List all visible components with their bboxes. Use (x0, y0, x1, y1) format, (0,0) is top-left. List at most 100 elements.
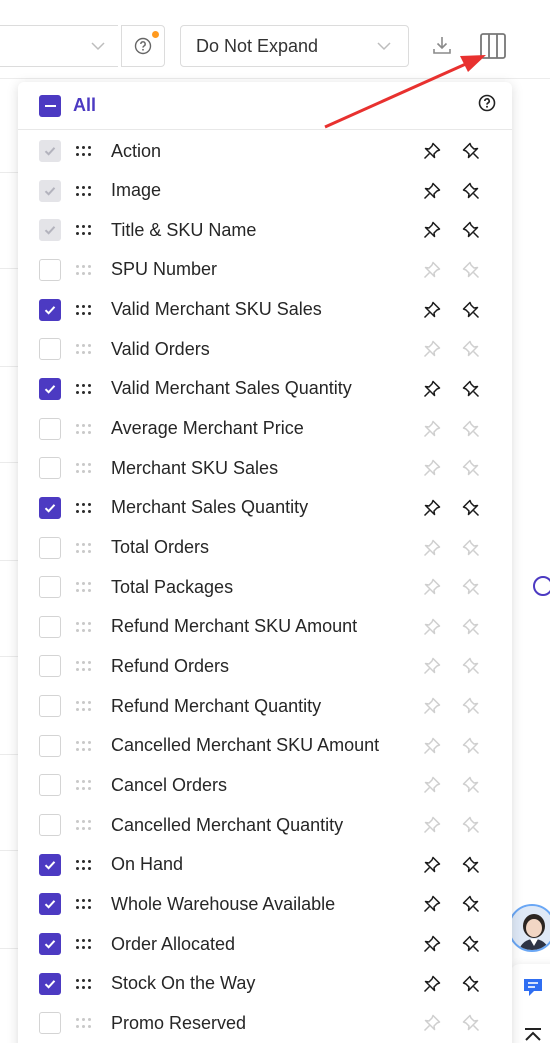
drag-handle-icon (76, 542, 92, 554)
column-checkbox[interactable] (39, 457, 61, 480)
pin-icon[interactable] (422, 141, 442, 161)
column-label[interactable]: On Hand (111, 854, 183, 875)
question-circle-icon[interactable] (478, 94, 496, 112)
column-label[interactable]: Action (111, 141, 161, 162)
column-label[interactable]: Total Packages (111, 577, 233, 598)
column-row: Average Merchant Price (18, 409, 512, 449)
column-label[interactable]: Total Orders (111, 537, 209, 558)
column-checkbox[interactable] (39, 774, 61, 797)
pin-icon[interactable] (422, 379, 442, 399)
column-label[interactable]: Valid Merchant Sales Quantity (111, 378, 352, 399)
column-checkbox[interactable] (39, 496, 61, 519)
unpin-icon[interactable] (461, 141, 481, 161)
column-checkbox[interactable] (39, 298, 61, 321)
filter-select[interactable] (0, 25, 118, 67)
back-to-top-icon[interactable] (522, 1026, 544, 1043)
select-all-checkbox[interactable] (39, 94, 61, 117)
column-row: Refund Merchant SKU Amount (18, 607, 512, 647)
column-label[interactable]: Title & SKU Name (111, 220, 256, 241)
expand-select[interactable]: Do Not Expand (180, 25, 409, 67)
unpin-icon[interactable] (461, 855, 481, 875)
column-checkbox[interactable] (39, 972, 61, 995)
toolbar-divider (0, 78, 550, 79)
unpin-icon[interactable] (461, 220, 481, 240)
column-label[interactable]: Valid Merchant SKU Sales (111, 299, 322, 320)
column-checkbox[interactable] (39, 1012, 61, 1035)
drag-handle-icon[interactable] (76, 185, 92, 197)
column-label[interactable]: Refund Merchant Quantity (111, 696, 321, 717)
avatar[interactable] (508, 904, 550, 952)
drag-handle-icon[interactable] (76, 145, 92, 157)
drag-handle-icon[interactable] (76, 859, 92, 871)
pin-icon[interactable] (422, 855, 442, 875)
column-label[interactable]: SPU Number (111, 259, 217, 280)
column-checkbox[interactable] (39, 615, 61, 638)
pin-icon[interactable] (422, 300, 442, 320)
column-checkbox[interactable] (39, 893, 61, 916)
drag-handle-icon[interactable] (76, 224, 92, 236)
column-checkbox[interactable] (39, 417, 61, 440)
drag-handle-icon[interactable] (76, 978, 92, 990)
column-label[interactable]: Stock On the Way (111, 973, 255, 994)
pin-icon[interactable] (422, 181, 442, 201)
column-checkbox[interactable] (39, 695, 61, 718)
column-label[interactable]: Valid Orders (111, 339, 210, 360)
check-icon (44, 503, 56, 513)
column-label[interactable]: Refund Merchant SKU Amount (111, 616, 357, 637)
column-label[interactable]: Average Merchant Price (111, 418, 304, 439)
unpin-icon[interactable] (461, 974, 481, 994)
download-button[interactable] (428, 30, 456, 60)
column-checkbox[interactable] (39, 814, 61, 837)
unpin-icon (462, 420, 480, 437)
column-checkbox (39, 179, 61, 202)
unpin-icon (462, 816, 480, 834)
column-checkbox[interactable] (39, 536, 61, 559)
pin-icon[interactable] (422, 974, 442, 994)
unpin-icon[interactable] (461, 498, 481, 518)
column-label[interactable]: Image (111, 180, 161, 201)
unpin-icon[interactable] (461, 894, 481, 914)
check-icon (44, 305, 56, 315)
column-label[interactable]: Merchant Sales Quantity (111, 497, 308, 518)
select-all-label[interactable]: All (73, 95, 96, 116)
pin-icon (423, 341, 441, 358)
column-checkbox[interactable] (39, 933, 61, 955)
drag-handle-icon[interactable] (76, 502, 92, 514)
unpin-icon[interactable] (461, 300, 481, 320)
column-checkbox[interactable] (39, 377, 61, 400)
columns-icon (480, 33, 506, 59)
pin-icon[interactable] (422, 498, 442, 518)
column-label[interactable]: Cancel Orders (111, 775, 227, 796)
column-checkbox[interactable] (39, 853, 61, 876)
column-checkbox[interactable] (39, 734, 61, 757)
column-label[interactable]: Whole Warehouse Available (111, 894, 335, 915)
unpin-icon (462, 1015, 480, 1032)
column-label[interactable]: Refund Orders (111, 656, 229, 677)
column-label[interactable]: Cancelled Merchant SKU Amount (111, 735, 379, 756)
download-icon (433, 37, 451, 54)
column-label[interactable]: Merchant SKU Sales (111, 458, 278, 479)
unpin-icon[interactable] (461, 181, 481, 201)
column-checkbox[interactable] (39, 655, 61, 678)
drag-handle-icon[interactable] (76, 383, 92, 395)
pin-icon[interactable] (422, 220, 442, 240)
column-checkbox[interactable] (39, 338, 61, 361)
column-checkbox[interactable] (39, 576, 61, 599)
column-row: Promo Reserved (18, 1003, 512, 1043)
columns-settings-button[interactable] (476, 29, 510, 63)
pin-icon[interactable] (422, 894, 442, 914)
drag-handle-icon[interactable] (76, 898, 92, 910)
column-label[interactable]: Cancelled Merchant Quantity (111, 815, 343, 836)
pin-icon[interactable] (422, 934, 442, 954)
unpin-icon[interactable] (461, 379, 481, 399)
column-label[interactable]: Order Allocated (111, 934, 235, 955)
drag-handle-icon[interactable] (76, 938, 92, 950)
help-button[interactable] (121, 25, 165, 67)
column-checkbox[interactable] (39, 258, 61, 281)
column-label[interactable]: Promo Reserved (111, 1013, 246, 1034)
column-row: Order Allocated (18, 924, 512, 964)
pin-icon (423, 578, 441, 596)
unpin-icon[interactable] (461, 934, 481, 954)
drag-handle-icon[interactable] (76, 304, 92, 316)
chat-icon[interactable] (522, 976, 544, 998)
